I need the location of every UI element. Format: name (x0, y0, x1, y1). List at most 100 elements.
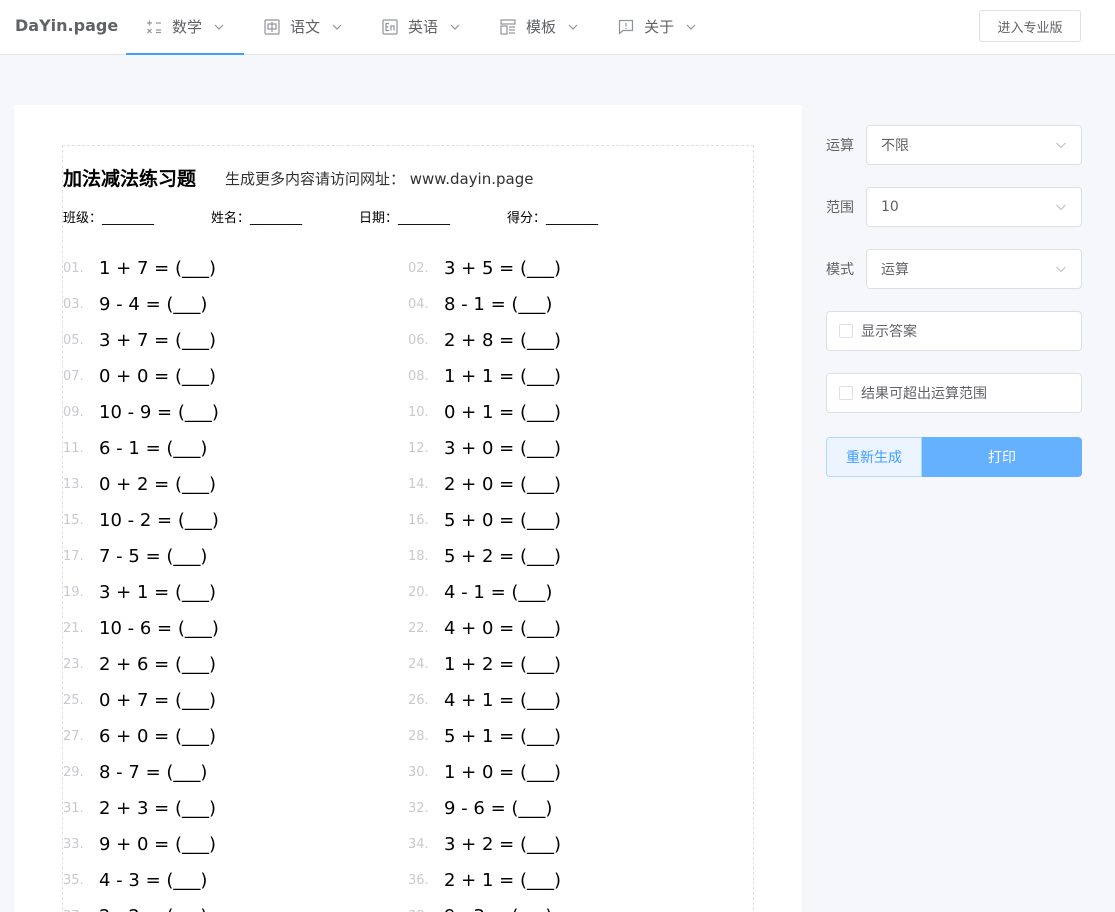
problem-equation: 6 - 1 = (___) (99, 437, 208, 459)
problem-number: 13. (63, 476, 84, 492)
chevron-down-icon (686, 22, 696, 32)
problem-equation: 1 + 0 = (___) (444, 761, 561, 783)
problem-number: 17. (63, 548, 84, 564)
problem-item: 25. 0 + 7 = (___) (63, 682, 216, 718)
nav-item-chinese[interactable]: 语文 (244, 0, 362, 55)
problem-number: 08. (408, 368, 429, 384)
class-field: 班级：________ (63, 211, 155, 226)
nav-item-about[interactable]: 关于 (598, 0, 716, 55)
english-icon (382, 18, 398, 35)
pro-version-button[interactable]: 进入专业版 (979, 10, 1081, 42)
problem-number: 23. (63, 656, 84, 672)
problem-equation: 0 + 2 = (___) (99, 473, 216, 495)
problem-number: 38. (408, 909, 444, 912)
problem-equation: 3 + 1 = (___) (99, 581, 216, 603)
chevron-down-icon (214, 22, 224, 32)
mode-label: 模式 (826, 262, 854, 278)
nav-item-template[interactable]: 模板 (480, 0, 598, 55)
problem-number: 06. (408, 332, 429, 348)
problem-item: 34. 3 + 2 = (___) (408, 826, 561, 862)
problem-item: 05. 3 + 7 = (___) (63, 322, 216, 358)
problem-number: 30. (408, 764, 429, 780)
problem-item: 08. 1 + 1 = (___) (408, 358, 561, 394)
problem-equation: 3 + 2 = (___) (444, 833, 561, 855)
problem-equation: 2 + 3 = (___) (99, 797, 216, 819)
problem-item: 24. 1 + 2 = (___) (408, 646, 561, 682)
problem-equation: 10 - 2 = (___) (99, 509, 219, 531)
problem-number: 25. (63, 692, 84, 708)
problem-item: 27. 6 + 0 = (___) (63, 718, 216, 754)
problem-item: 14. 2 + 0 = (___) (408, 466, 561, 502)
nav-item-english[interactable]: 英语 (362, 0, 480, 55)
problem-item: 01. 1 + 7 = (___) (63, 250, 216, 286)
problem-number: 27. (63, 728, 84, 744)
problem-item: 35. 4 - 3 = (___) (63, 862, 207, 898)
problem-item: 31. 2 + 3 = (___) (63, 790, 216, 826)
problem-number: 19. (63, 584, 84, 600)
mode-select[interactable]: 运算 (866, 249, 1082, 289)
problem-item: 20. 4 - 1 = (___) (408, 574, 552, 610)
chinese-icon (264, 18, 280, 35)
nav-label: 关于 (644, 18, 675, 36)
nav-label: 语文 (290, 18, 321, 36)
print-button[interactable]: 打印 (922, 437, 1082, 477)
problem-equation: 2 + 8 = (___) (444, 329, 561, 351)
problem-number: 12. (408, 440, 429, 456)
problem-number: 01. (63, 260, 84, 276)
logo[interactable]: DaYin.page (15, 16, 118, 35)
math-icon (146, 19, 162, 35)
show-answers-checkbox[interactable]: 显示答案 (826, 311, 1082, 351)
problem-equation: 8 - 7 = (___) (99, 761, 208, 783)
range-select[interactable]: 10 (866, 187, 1082, 227)
name-field: 姓名：________ (211, 211, 303, 226)
problem-item: 03. 9 - 4 = (___) (63, 286, 207, 322)
problem-number: 20. (408, 584, 429, 600)
chevron-down-icon (450, 22, 460, 32)
problem-item: 09. 10 - 9 = (___) (63, 394, 219, 430)
problem-number: 36. (408, 872, 429, 888)
operation-select[interactable]: 不限 (866, 125, 1082, 165)
problem-equation: 9 - 4 = (___) (99, 293, 208, 315)
student-info-row: 班级：________ 姓名：________ 日期：________ 得分：_… (63, 207, 655, 226)
problem-equation: 6 + 0 = (___) (99, 725, 216, 747)
worksheet-title: 加法减法练习题 (63, 168, 197, 190)
problem-item: 12. 3 + 0 = (___) (408, 430, 561, 466)
about-icon (618, 19, 634, 35)
action-buttons: 重新生成 打印 (826, 437, 1082, 477)
nav-item-math[interactable]: 数学 (126, 0, 245, 55)
problem-number: 03. (63, 296, 84, 312)
problem-item: 29. 8 - 7 = (___) (63, 754, 207, 790)
problem-item: 07. 0 + 0 = (___) (63, 358, 216, 394)
problem-equation: 4 + 1 = (___) (444, 689, 561, 711)
problem-item: 02. 3 + 5 = (___) (408, 250, 561, 286)
show-answers-label: 显示答案 (861, 324, 917, 340)
problem-equation: 10 - 6 = (___) (99, 617, 219, 639)
mode-row: 模式 运算 (826, 249, 1082, 289)
operation-row: 运算 不限 (826, 125, 1082, 165)
score-field: 得分：________ (507, 211, 599, 226)
problem-number: 16. (408, 512, 429, 528)
allow-overflow-checkbox[interactable]: 结果可超出运算范围 (826, 373, 1082, 413)
problem-item: 26. 4 + 1 = (___) (408, 682, 561, 718)
problem-item: 15. 10 - 2 = (___) (63, 502, 219, 538)
range-label: 范围 (826, 200, 854, 216)
problem-item: 38.9 - 3 = (___) (408, 898, 552, 912)
worksheet-preview: 加法减法练习题 生成更多内容请访问网址： www.dayin.page 班级：_… (14, 105, 802, 912)
problem-item: 16. 5 + 0 = (___) (408, 502, 561, 538)
problem-item: 22. 4 + 0 = (___) (408, 610, 561, 646)
regenerate-button[interactable]: 重新生成 (826, 437, 922, 477)
problem-equation: 2 + 1 = (___) (444, 869, 561, 891)
checkbox-square[interactable] (839, 324, 853, 338)
problem-item: 19. 3 + 1 = (___) (63, 574, 216, 610)
problem-number: 34. (408, 836, 429, 852)
problem-equation: 5 + 2 = (___) (444, 545, 561, 567)
problem-number: 15. (63, 512, 84, 528)
range-row: 范围 10 (826, 187, 1082, 227)
problem-item: 23. 2 + 6 = (___) (63, 646, 216, 682)
problem-item: 32. 9 - 6 = (___) (408, 790, 552, 826)
top-header: DaYin.page 数学 语文 英语 模板 关于 进入专业版 (0, 0, 1115, 55)
nav-label: 模板 (526, 18, 557, 36)
problem-item: 04. 8 - 1 = (___) (408, 286, 552, 322)
problem-equation: 9 + 0 = (___) (99, 833, 216, 855)
checkbox-square[interactable] (839, 386, 853, 400)
